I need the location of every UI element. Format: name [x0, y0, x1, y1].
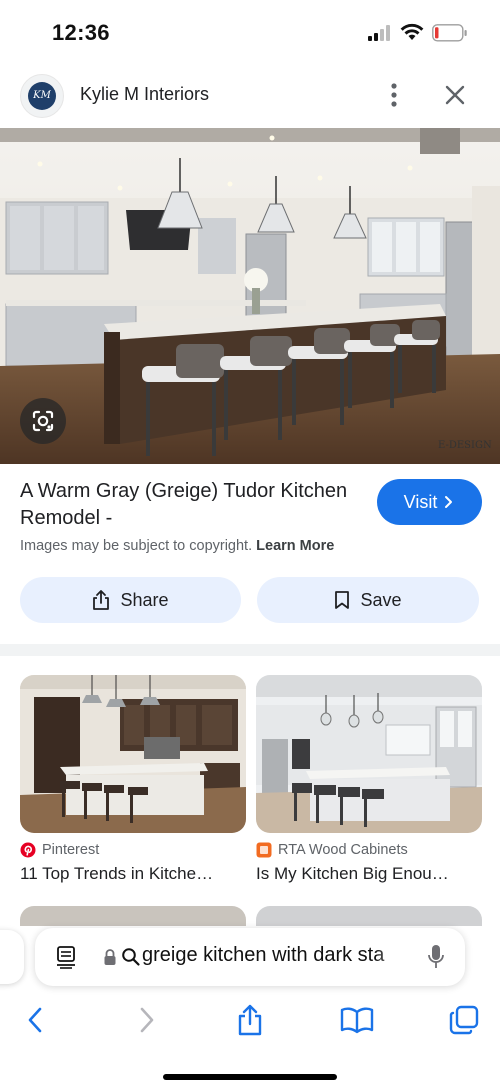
status-time: 12:36	[52, 20, 110, 45]
battery-icon	[432, 24, 467, 42]
close-icon[interactable]	[440, 80, 470, 110]
back-button[interactable]	[18, 1002, 54, 1038]
wifi-icon	[400, 23, 424, 40]
browser-toolbar	[0, 990, 500, 1050]
address-fade	[375, 938, 411, 976]
tabs-button[interactable]	[446, 1002, 482, 1038]
copyright-text: Images may be subject to copyright.	[20, 538, 253, 554]
more-vert-icon[interactable]	[380, 80, 408, 110]
result-title[interactable]: A Warm Gray (Greige) Tudor Kitchen Remod…	[20, 478, 350, 532]
related-source: Pinterest	[20, 842, 246, 858]
learn-more-link[interactable]: Learn More	[256, 538, 334, 554]
related-title[interactable]: Is My Kitchen Big Enou…	[256, 864, 482, 884]
source-header: KM Kylie M Interiors	[0, 66, 500, 128]
section-divider	[0, 644, 500, 656]
address-text[interactable]: greige kitchen with dark sta	[142, 944, 410, 967]
share-button[interactable]: Share	[20, 577, 241, 623]
related-card[interactable]: RTA Wood Cabinets Is My Kitchen Big Enou…	[256, 675, 482, 884]
share-icon	[93, 590, 110, 610]
visit-button[interactable]: Visit	[377, 479, 482, 525]
bookmark-icon	[335, 591, 350, 609]
related-source: RTA Wood Cabinets	[256, 842, 482, 858]
rta-wood-cabinets-icon	[256, 842, 272, 858]
related-thumbnail[interactable]	[20, 675, 246, 833]
save-label: Save	[360, 589, 402, 610]
related-source-name: RTA Wood Cabinets	[278, 842, 408, 858]
address-bar[interactable]: greige kitchen with dark sta	[35, 928, 465, 986]
home-indicator[interactable]	[163, 1074, 337, 1080]
source-avatar[interactable]: KM	[20, 74, 64, 118]
previous-tab-preview[interactable]	[0, 930, 24, 984]
chevron-right-icon	[445, 496, 453, 508]
related-thumbnail-partial[interactable]	[256, 906, 482, 926]
share-icon	[238, 1004, 262, 1036]
forward-button[interactable]	[128, 1002, 164, 1038]
main-image[interactable]: E-DESIGN	[0, 128, 500, 464]
lock-icon	[104, 949, 116, 965]
tabs-icon	[449, 1005, 479, 1035]
signal-icon	[368, 25, 390, 41]
status-bar: 12:36	[0, 0, 500, 66]
share-page-button[interactable]	[232, 1002, 268, 1038]
source-logo: KM	[28, 82, 56, 110]
forward-icon	[140, 1007, 154, 1033]
copyright-notice: Images may be subject to copyright. Lear…	[20, 538, 334, 554]
image-watermark: E-DESIGN	[438, 440, 492, 451]
bookmarks-button[interactable]	[339, 1002, 375, 1038]
related-thumbnail[interactable]	[256, 675, 482, 833]
related-title[interactable]: 11 Top Trends in Kitche…	[20, 864, 246, 884]
pinterest-icon	[20, 842, 36, 858]
back-icon	[28, 1007, 42, 1033]
microphone-icon[interactable]	[427, 944, 445, 970]
bookmarks-icon	[340, 1007, 374, 1034]
lens-button[interactable]	[20, 398, 66, 444]
related-card[interactable]: Pinterest 11 Top Trends in Kitche…	[20, 675, 246, 884]
page-format-icon[interactable]	[55, 945, 77, 969]
related-source-name: Pinterest	[42, 842, 100, 858]
visit-label: Visit	[403, 491, 438, 512]
lens-icon	[32, 410, 54, 432]
save-button[interactable]: Save	[257, 577, 479, 623]
share-label: Share	[120, 589, 169, 610]
related-thumbnail-partial[interactable]	[20, 906, 246, 926]
search-icon	[122, 948, 140, 966]
source-name[interactable]: Kylie M Interiors	[80, 84, 209, 105]
